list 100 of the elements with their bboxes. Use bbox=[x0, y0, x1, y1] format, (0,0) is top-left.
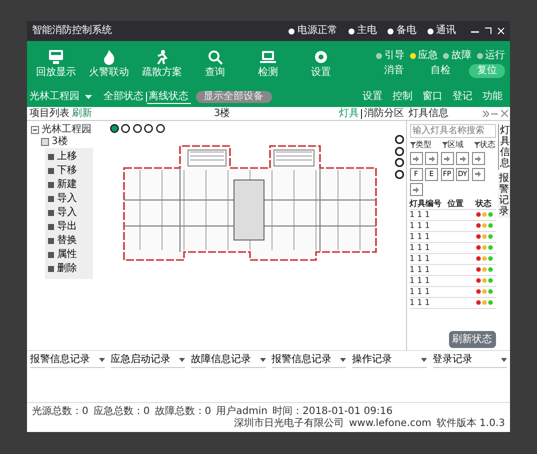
column-header: 灯具编号 bbox=[410, 198, 442, 208]
caret-icon bbox=[501, 358, 507, 362]
status-text: 用户admin bbox=[216, 406, 268, 418]
refresh-button[interactable]: 刷新状态 bbox=[448, 330, 496, 348]
floor-title: 3楼 bbox=[212, 108, 232, 120]
toolbar-button[interactable]: 回放显示 bbox=[32, 47, 80, 81]
tool-button[interactable] bbox=[410, 183, 422, 196]
side-tab[interactable]: 灯具信息 bbox=[498, 124, 510, 170]
menu-item[interactable]: 控制 bbox=[388, 91, 418, 103]
status-text: 软件版本 1.0.3 bbox=[436, 418, 505, 430]
toolbar-button[interactable]: 疏散方案 bbox=[138, 47, 186, 81]
toolbar-button[interactable]: 检测 bbox=[244, 47, 292, 81]
arrow-icon bbox=[412, 186, 420, 194]
caret-icon bbox=[340, 358, 346, 362]
status-lights-icon bbox=[476, 289, 492, 294]
panel-tab[interactable]: 消防分区 bbox=[362, 108, 406, 120]
context-menu-item[interactable]: 替换 bbox=[45, 234, 93, 248]
caret-icon bbox=[420, 358, 426, 362]
table-cell-text: 1 1 1 bbox=[410, 276, 431, 286]
table-cell-text: 1 1 1 bbox=[410, 242, 431, 252]
tool-button[interactable] bbox=[472, 168, 484, 181]
table-cell-text: 1 1 1 bbox=[410, 264, 431, 274]
action-button[interactable]: 消音 bbox=[376, 64, 412, 78]
menu-item[interactable]: 窗口 bbox=[418, 91, 448, 103]
action-button[interactable]: 自检 bbox=[422, 64, 458, 78]
menu-item[interactable]: 登记 bbox=[448, 91, 478, 103]
context-menu-item[interactable]: 导入 bbox=[45, 192, 93, 206]
context-menu-item[interactable]: 上移 bbox=[45, 150, 93, 164]
square-icon bbox=[48, 210, 54, 216]
indicator-label: 引导 bbox=[384, 50, 404, 62]
panel-tab[interactable]: 灯具 bbox=[337, 108, 361, 120]
context-menu-item[interactable]: 属性 bbox=[45, 248, 93, 262]
status-icon bbox=[387, 28, 394, 34]
project-dropdown[interactable]: 光林工程园 bbox=[30, 91, 92, 103]
search-icon bbox=[207, 49, 223, 65]
tool-button[interactable] bbox=[425, 152, 438, 166]
tree-item[interactable]: 光林工程园 bbox=[42, 124, 92, 136]
context-menu-item[interactable]: 新建 bbox=[45, 178, 93, 192]
refresh-link[interactable]: 刷新 bbox=[72, 108, 92, 120]
indicator-label: 运行 bbox=[485, 50, 505, 62]
filter-dropdown[interactable]: 状态 bbox=[474, 140, 496, 150]
log-tab[interactable]: 报警信息记录 bbox=[30, 354, 104, 368]
status-label: 电源正常 bbox=[298, 25, 338, 37]
monitor-icon bbox=[48, 49, 64, 65]
context-menu-item[interactable]: 删除 bbox=[45, 262, 93, 276]
filter-dropdown[interactable]: 类型 bbox=[410, 140, 432, 150]
maximize-icon[interactable] bbox=[484, 27, 492, 35]
status-icon bbox=[288, 28, 295, 34]
tool-button[interactable] bbox=[410, 152, 422, 166]
context-menu-item[interactable]: 导入 bbox=[45, 206, 93, 220]
context-menu-item[interactable]: 导出 bbox=[45, 220, 93, 234]
tool-button[interactable] bbox=[472, 152, 484, 166]
status-lights-icon bbox=[476, 256, 492, 262]
status-text: www.lefone.com bbox=[348, 418, 432, 430]
square-icon bbox=[48, 154, 54, 160]
context-menu-item[interactable]: 下移 bbox=[45, 164, 93, 178]
table-cell-text: 1 1 1 bbox=[410, 220, 431, 230]
view-tab[interactable]: 全部状态 bbox=[102, 90, 146, 104]
column-header: 位置 bbox=[448, 198, 464, 208]
log-tab[interactable]: 故障信息记录 bbox=[191, 354, 266, 368]
laptop-icon bbox=[260, 49, 276, 65]
menu-item[interactable]: 设置 bbox=[358, 91, 388, 103]
status-lights-icon bbox=[476, 267, 492, 272]
view-tab[interactable]: 离线状态 bbox=[146, 90, 190, 104]
search-field[interactable]: 输入灯具名称搜索 bbox=[410, 124, 496, 138]
log-tab[interactable]: 报警信息记录 bbox=[272, 354, 346, 368]
tool-button[interactable] bbox=[456, 152, 469, 166]
log-tab[interactable]: 操作记录 bbox=[352, 354, 426, 368]
square-icon bbox=[48, 252, 54, 258]
table-cell-text: 1 1 1 bbox=[410, 286, 431, 296]
tool-button[interactable] bbox=[440, 152, 454, 166]
toolbar-button[interactable]: 火警联动 bbox=[85, 47, 133, 81]
square-icon bbox=[48, 238, 54, 244]
square-icon bbox=[48, 224, 54, 230]
status-label: 通讯 bbox=[436, 25, 456, 37]
log-tab[interactable]: 应急启动记录 bbox=[110, 354, 185, 368]
table-cell-text: 1 1 1 bbox=[410, 210, 431, 220]
status-text: 时间：2018-01-01 09:16 bbox=[272, 406, 393, 418]
column-header: 状态 bbox=[476, 198, 492, 208]
menu-item[interactable]: 功能 bbox=[478, 91, 508, 103]
toolbar-button[interactable]: 查询 bbox=[191, 47, 239, 81]
square-icon bbox=[48, 182, 54, 188]
panel-title: 灯具信息 bbox=[408, 108, 448, 120]
indicator-label: 应急 bbox=[418, 50, 438, 62]
status-lights-icon bbox=[476, 212, 492, 218]
log-tab[interactable]: 登录记录 bbox=[432, 354, 507, 368]
status-text: 光源总数：0 bbox=[32, 406, 88, 418]
status-text: 应急总数：0 bbox=[93, 406, 150, 418]
status-icon bbox=[426, 28, 434, 34]
filter-icon bbox=[410, 142, 416, 148]
toolbar-button[interactable]: 设置 bbox=[297, 47, 345, 81]
expander-icon[interactable] bbox=[31, 126, 39, 134]
side-tab[interactable]: 报警记录 bbox=[498, 172, 510, 218]
filter-dropdown[interactable]: 区域 bbox=[442, 140, 464, 150]
panel-title: 项目列表 bbox=[30, 108, 70, 120]
tree-item[interactable]: 3楼 bbox=[52, 136, 68, 148]
indicator-label: 故障 bbox=[452, 50, 472, 62]
status-lights-icon bbox=[476, 278, 492, 284]
table-cell-text: 1 1 1 bbox=[410, 254, 431, 264]
flame-icon bbox=[101, 49, 117, 65]
